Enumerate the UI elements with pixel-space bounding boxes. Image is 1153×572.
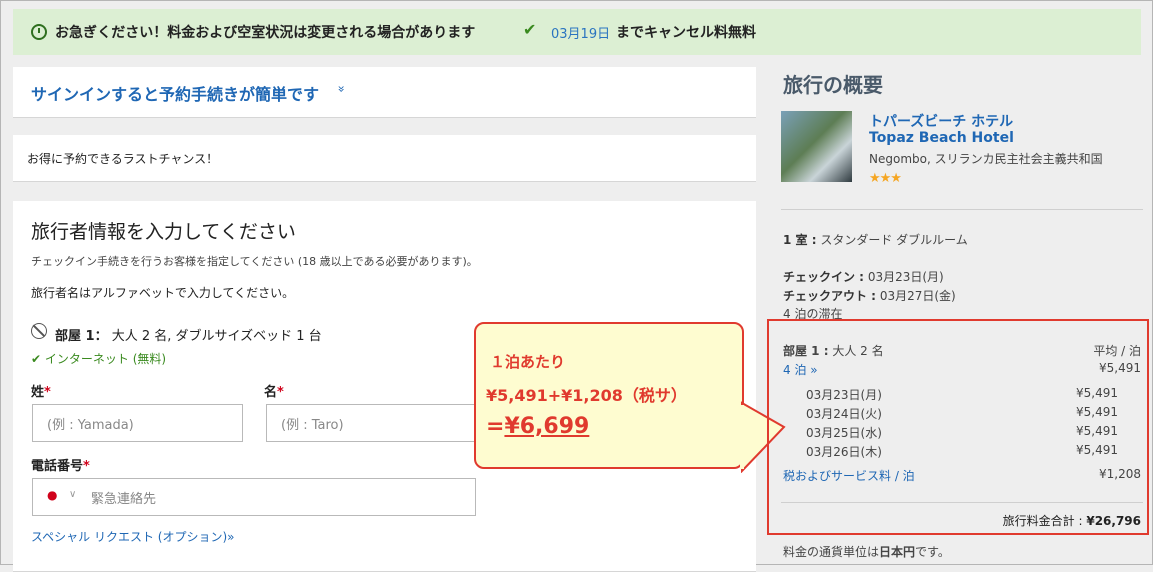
callout-result: =¥6,699 bbox=[486, 414, 589, 439]
first-name-label: 名* bbox=[264, 385, 284, 400]
callout-total: ¥6,699 bbox=[504, 414, 590, 439]
price-callout: １泊あたり ¥5,491+¥1,208（税サ） =¥6,699 bbox=[474, 322, 744, 469]
clock-icon bbox=[31, 24, 47, 40]
summary-title: 旅行の概要 bbox=[783, 73, 883, 97]
cancel-date: 03月19日 bbox=[551, 27, 611, 42]
no-smoking-icon bbox=[31, 323, 47, 339]
internet-label: インターネット (無料) bbox=[44, 352, 167, 366]
divider bbox=[781, 209, 1143, 210]
hotel-location: Negombo, スリランカ民主社会主義共和国 bbox=[869, 152, 1103, 166]
check-icon: ✔ bbox=[31, 352, 45, 366]
last-name-label: 姓* bbox=[31, 385, 51, 400]
hotel-name-en[interactable]: Topaz Beach Hotel bbox=[869, 130, 1014, 146]
checkout-info: チェックアウト : 03月27日(金) bbox=[783, 289, 956, 303]
signin-link[interactable]: サインインすると予約手続きが簡単です bbox=[31, 81, 319, 105]
cancel-text: までキャンセル料無料 bbox=[616, 25, 756, 41]
chevron-down-icon[interactable]: » bbox=[335, 85, 349, 92]
last-name-placeholder: (例 : Yamada) bbox=[47, 418, 134, 433]
form-subtitle: チェックイン手続きを行うお客様を指定してください (18 歳以上である必要があり… bbox=[31, 255, 478, 268]
signin-banner[interactable]: サインインすると予約手続きが簡単です » bbox=[13, 67, 756, 118]
last-chance-text: お得に予約できるラストチャンス！ bbox=[27, 152, 219, 166]
country-flag-icon[interactable]: ● bbox=[47, 488, 57, 502]
room-count: 1 室 : スタンダード ダブルルーム bbox=[783, 233, 968, 247]
hotel-name-jp[interactable]: トパーズビーチ ホテル bbox=[869, 111, 1013, 131]
room-info: 部屋 1： 大人 2 名, ダブルサイズベッド 1 台 bbox=[55, 325, 322, 344]
hotel-photo[interactable] bbox=[781, 111, 852, 182]
callout-per-night: １泊あたり bbox=[490, 353, 566, 371]
first-name-placeholder: (例 : Taro) bbox=[281, 418, 344, 433]
special-request-link[interactable]: スペシャル リクエスト (オプション)» bbox=[31, 528, 235, 545]
phone-placeholder: 緊急連絡先 bbox=[91, 492, 157, 507]
last-chance-banner: お得に予約できるラストチャンス！ bbox=[13, 135, 756, 182]
first-name-input[interactable]: (例 : Taro) bbox=[266, 404, 477, 442]
price-highlight-box bbox=[767, 319, 1149, 535]
last-name-input[interactable]: (例 : Yamada) bbox=[32, 404, 243, 442]
callout-equals: = bbox=[486, 414, 505, 439]
internet-feature: ✔ インターネット (無料) bbox=[31, 350, 166, 367]
check-icon: ✔ bbox=[523, 20, 537, 39]
chevron-down-icon[interactable]: ∨ bbox=[69, 489, 76, 500]
room-label: 部屋 1： bbox=[55, 329, 108, 344]
star-rating: ★★★ bbox=[869, 171, 902, 186]
checkin-info: チェックイン : 03月23日(月) bbox=[783, 270, 944, 284]
callout-formula: ¥5,491+¥1,208（税サ） bbox=[486, 386, 687, 405]
room-desc: 大人 2 名, ダブルサイズベッド 1 台 bbox=[111, 329, 322, 344]
form-note: 旅行者名はアルファベットで入力してください。 bbox=[31, 286, 295, 300]
currency-note: 料金の通貨単位は日本円です。 bbox=[783, 545, 950, 559]
form-heading: 旅行者情報を入力してください bbox=[31, 221, 296, 243]
urgency-alert: お急ぎください！料金および空室状況は変更される場合があります ✔ 03月19日 … bbox=[13, 9, 1141, 55]
phone-input[interactable]: ● ∨ 緊急連絡先 bbox=[32, 478, 476, 516]
phone-label: 電話番号* bbox=[31, 459, 90, 474]
urgency-message: お急ぎください！料金および空室状況は変更される場合があります bbox=[55, 25, 476, 41]
